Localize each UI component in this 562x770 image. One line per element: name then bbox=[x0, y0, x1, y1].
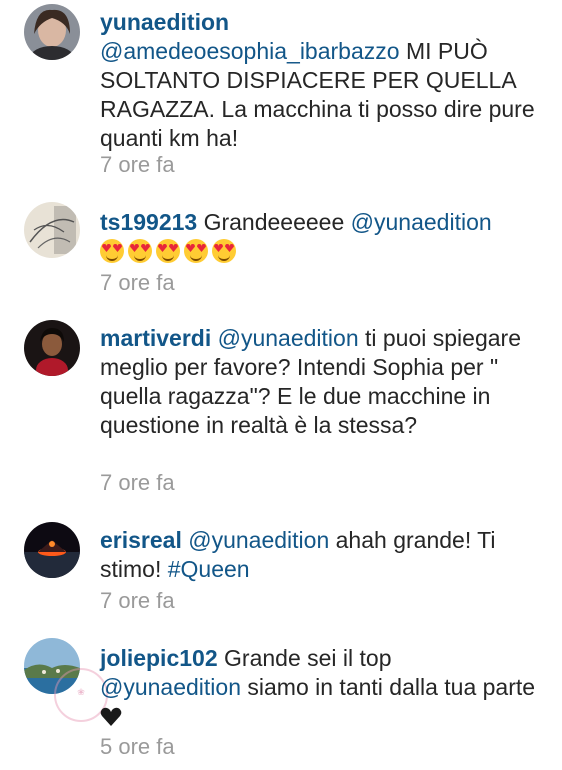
comment-timestamp: 7 ore fa bbox=[100, 470, 175, 495]
comment-mention[interactable]: @yunaedition bbox=[218, 325, 359, 351]
heart-eyes-emoji-icon bbox=[156, 239, 180, 263]
comment-body: yunaedition @amedeoesophia_ibarbazzo MI … bbox=[100, 8, 550, 153]
comment-body: martiverdi @yunaedition ti puoi spiegare… bbox=[100, 324, 550, 440]
comment-text-2: siamo in tanti dalla tua parte bbox=[241, 674, 536, 700]
heart-eyes-emoji-icon bbox=[100, 239, 124, 263]
comment-timestamp: 7 ore fa bbox=[100, 270, 175, 295]
comment-username[interactable]: joliepic102 bbox=[100, 645, 218, 671]
black-heart-icon bbox=[100, 707, 122, 726]
avatar[interactable] bbox=[24, 202, 80, 258]
comment-text: Grande sei il top bbox=[217, 645, 392, 671]
comment-username[interactable]: erisreal bbox=[100, 527, 182, 553]
comment-text: Grandeeeeee bbox=[197, 209, 351, 235]
heart-eyes-emoji-icon bbox=[184, 239, 208, 263]
comment-body: erisreal @yunaedition ahah grande! Ti st… bbox=[100, 526, 550, 584]
avatar[interactable] bbox=[24, 522, 80, 578]
avatar[interactable] bbox=[24, 4, 80, 60]
heart-eyes-emoji-icon bbox=[128, 239, 152, 263]
comment-hashtag[interactable]: #Queen bbox=[168, 556, 250, 582]
comment-username[interactable]: yunaedition bbox=[100, 9, 229, 35]
comment-mention[interactable]: @yunaedition bbox=[351, 209, 492, 235]
comment-mention[interactable]: @amedeoesophia_ibarbazzo bbox=[100, 38, 400, 64]
comment-body: joliepic102 Grande sei il top @yunaediti… bbox=[100, 644, 550, 731]
comment-body: ts199213 Grandeeeeee @yunaedition bbox=[100, 208, 550, 263]
comment-timestamp: 7 ore fa bbox=[100, 588, 175, 613]
heart-eyes-emoji-icon bbox=[212, 239, 236, 263]
avatar[interactable] bbox=[24, 320, 80, 376]
heart-eyes-emoji-row bbox=[100, 239, 550, 263]
comment-username[interactable]: ts199213 bbox=[100, 209, 197, 235]
comment-timestamp: 5 ore fa bbox=[100, 734, 175, 759]
comment-username[interactable]: martiverdi bbox=[100, 325, 211, 351]
comment-mention[interactable]: @yunaedition bbox=[188, 527, 329, 553]
comment-mention[interactable]: @yunaedition bbox=[100, 674, 241, 700]
comment-timestamp: 7 ore fa bbox=[100, 152, 175, 177]
